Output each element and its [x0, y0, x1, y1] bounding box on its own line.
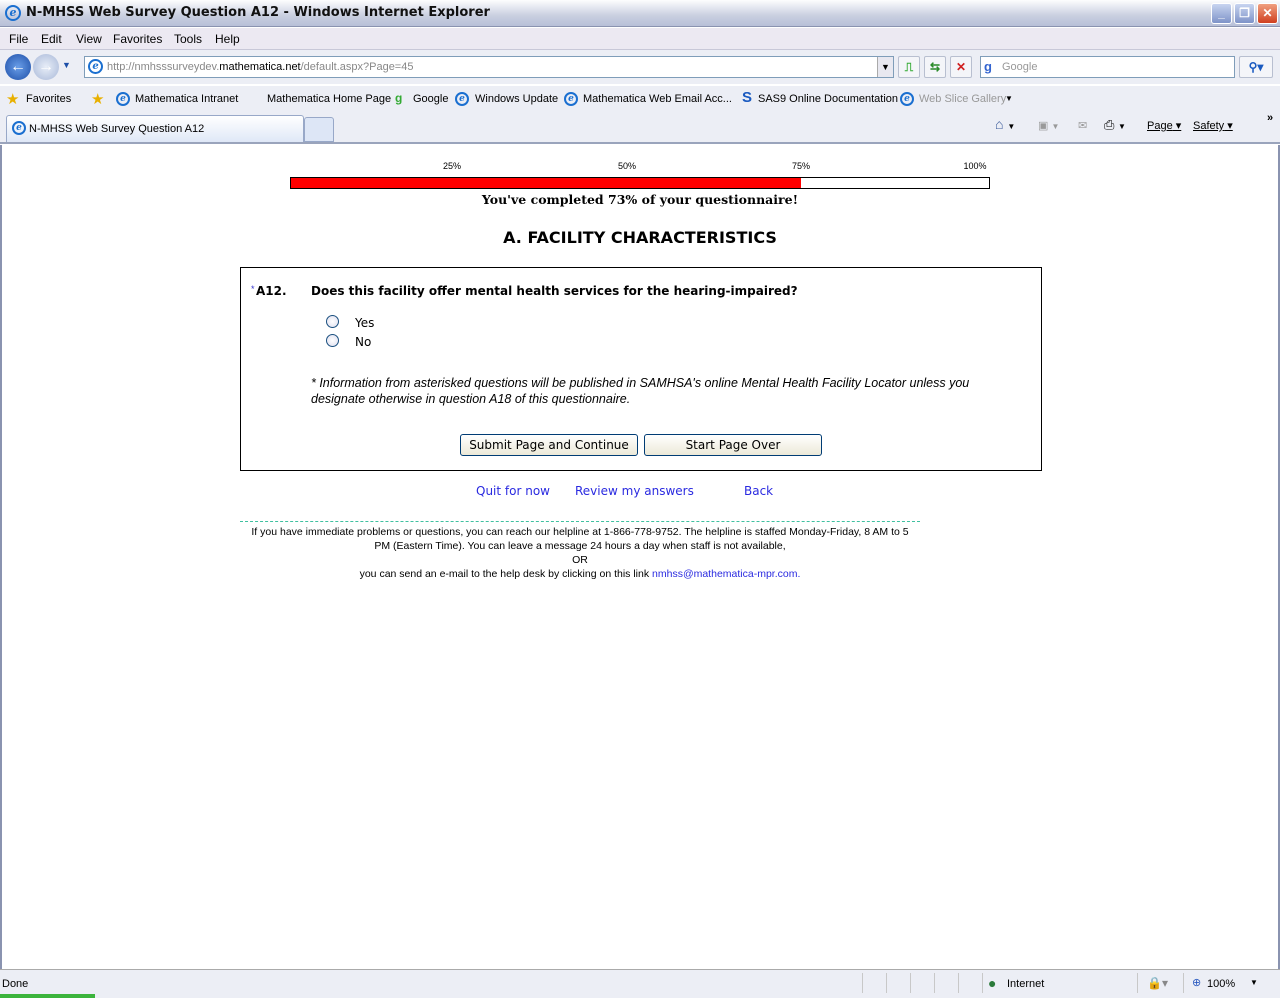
footer-email-text: you can send an e-mail to the help desk …	[359, 568, 650, 580]
menu-help[interactable]: Help	[215, 32, 240, 46]
ie-logo-icon: e	[5, 5, 21, 21]
menu-view[interactable]: View	[76, 32, 102, 46]
progress-tick-75: 75%	[791, 161, 811, 171]
mail-icon[interactable]: ✉	[1078, 119, 1087, 132]
stop-button[interactable]: ✕	[950, 56, 972, 78]
footer-or: OR	[572, 554, 588, 566]
back-link[interactable]: Back	[744, 484, 773, 498]
print-icon[interactable]: ⎙ ▼	[1104, 117, 1126, 133]
page-menu[interactable]: Page ▾	[1147, 119, 1181, 132]
new-tab-button[interactable]	[304, 117, 334, 142]
helpdesk-email-link[interactable]: nmhss@mathematica-mpr.com.	[652, 568, 800, 580]
close-button[interactable]: ✕	[1257, 3, 1278, 24]
restore-button[interactable]: ❐	[1234, 3, 1255, 24]
favorites-star-icon: ★	[6, 91, 20, 108]
start-over-button[interactable]: Start Page Over	[644, 434, 822, 456]
fav-sas9-docs[interactable]: SAS9 Online Documentation	[758, 93, 898, 105]
fav-web-slice-gallery[interactable]: Web Slice Gallery	[919, 93, 1006, 105]
favorites-button[interactable]: Favorites	[26, 93, 71, 105]
home-icon[interactable]: ⌂ ▼	[995, 116, 1015, 132]
globe-icon: ●	[988, 975, 997, 991]
window-title: N-MHSS Web Survey Question A12 - Windows…	[26, 5, 490, 20]
radio-no[interactable]	[326, 334, 339, 347]
progress-message: You've completed 73% of your questionnai…	[481, 192, 799, 207]
progress-bar	[290, 177, 990, 189]
title-bar: e N-MHSS Web Survey Question A12 - Windo…	[0, 0, 1280, 27]
sas-icon: S	[742, 89, 753, 106]
progress-fill	[291, 178, 801, 188]
back-button[interactable]: ←	[5, 54, 31, 80]
fav-mathematica-intranet[interactable]: Mathematica Intranet	[135, 93, 238, 105]
compatibility-view-button[interactable]: ⎍	[898, 56, 920, 78]
page-load-progress	[0, 994, 95, 998]
fav-google[interactable]: Google	[413, 93, 448, 105]
asterisk-note: * Information from asterisked questions …	[311, 376, 970, 406]
zoom-level[interactable]: 100%	[1207, 978, 1235, 990]
protected-mode-icon[interactable]: 🔒▾	[1147, 976, 1168, 990]
zoom-dropdown-icon[interactable]: ▼	[1250, 978, 1258, 987]
footer-message-text: PM (Eastern Time). You can leave a messa…	[374, 540, 786, 552]
status-text: Done	[2, 978, 29, 990]
progress-tick-50: 50%	[617, 161, 637, 171]
menu-file[interactable]: File	[9, 32, 28, 46]
option-yes-label[interactable]: Yes	[355, 316, 374, 330]
page-menu-label: Page	[1147, 120, 1173, 132]
url-path: /default.aspx?Page=45	[300, 61, 414, 73]
progress-tick-100: 100%	[963, 161, 987, 171]
footer-divider	[240, 521, 920, 522]
chevron-down-icon[interactable]: ▼	[1005, 94, 1013, 103]
google-icon: g	[395, 91, 403, 105]
feeds-icon[interactable]: ▣ ▼	[1038, 119, 1059, 132]
search-button[interactable]: ⚲▾	[1239, 56, 1273, 78]
url-domain: mathematica.net	[219, 61, 301, 73]
add-favorite-icon[interactable]: ★	[91, 90, 104, 108]
tab-title: N-MHSS Web Survey Question A12	[29, 123, 205, 135]
more-commands-icon[interactable]: »	[1267, 112, 1273, 124]
question-number: A12.	[256, 284, 287, 298]
status-bar: Done ● Internet 🔒▾ ⊕ 100% ▼	[0, 969, 1280, 998]
safety-menu[interactable]: Safety ▾	[1193, 119, 1233, 132]
address-bar[interactable]: e http://nmhsssurveydev.mathematica.net/…	[84, 56, 894, 78]
forward-button[interactable]: →	[33, 54, 59, 80]
fav-windows-update[interactable]: Windows Update	[475, 93, 558, 105]
footer-helpline-text: If you have immediate problems or questi…	[251, 526, 909, 538]
menu-edit[interactable]: Edit	[41, 32, 62, 46]
question-text: Does this facility offer mental health s…	[311, 284, 798, 298]
ie-page-icon: e	[116, 92, 130, 106]
search-input[interactable]: g Google	[980, 56, 1235, 78]
search-placeholder: Google	[1002, 61, 1038, 73]
option-no-label[interactable]: No	[355, 335, 371, 349]
review-answers-link[interactable]: Review my answers	[575, 484, 694, 498]
ie-page-icon: e	[455, 92, 469, 106]
section-heading: A. FACILITY CHARACTERISTICS	[503, 228, 777, 247]
quit-link[interactable]: Quit for now	[476, 484, 550, 498]
fav-mathematica-email[interactable]: Mathematica Web Email Acc...	[583, 93, 732, 105]
google-logo-icon: g	[984, 59, 992, 74]
address-dropdown-icon[interactable]: ▼	[877, 57, 893, 77]
security-zone: Internet	[1007, 978, 1045, 990]
ie-page-icon: e	[12, 121, 26, 135]
required-asterisk: *	[251, 284, 255, 294]
zoom-icon: ⊕	[1192, 977, 1202, 989]
menu-bar: File Edit View Favorites Tools Help	[0, 28, 1280, 50]
footer-email-line: you can send an e-mail to the help desk …	[230, 568, 930, 580]
favorites-bar: ★ Favorites ★ e Mathematica Intranet Mat…	[0, 86, 1280, 112]
ie-page-icon: e	[900, 92, 914, 106]
submit-continue-button[interactable]: Submit Page and Continue	[460, 434, 638, 456]
menu-tools[interactable]: Tools	[174, 32, 202, 46]
radio-yes[interactable]	[326, 315, 339, 328]
url-prefix: http://nmhsssurveydev.	[107, 61, 220, 73]
safety-menu-label: Safety	[1193, 120, 1225, 132]
menu-favorites[interactable]: Favorites	[113, 32, 162, 46]
fav-mathematica-home[interactable]: Mathematica Home Page	[267, 93, 391, 105]
refresh-button[interactable]: ⇆	[924, 56, 946, 78]
progress-tick-25: 25%	[442, 161, 462, 171]
ie-page-icon: e	[564, 92, 578, 106]
history-dropdown-icon[interactable]: ▼	[62, 60, 71, 70]
page-icon: e	[88, 59, 103, 74]
minimize-button[interactable]: _	[1211, 3, 1232, 24]
tab-current[interactable]: e N-MHSS Web Survey Question A12	[6, 115, 304, 142]
question-box: * A12. Does this facility offer mental h…	[240, 267, 1042, 471]
